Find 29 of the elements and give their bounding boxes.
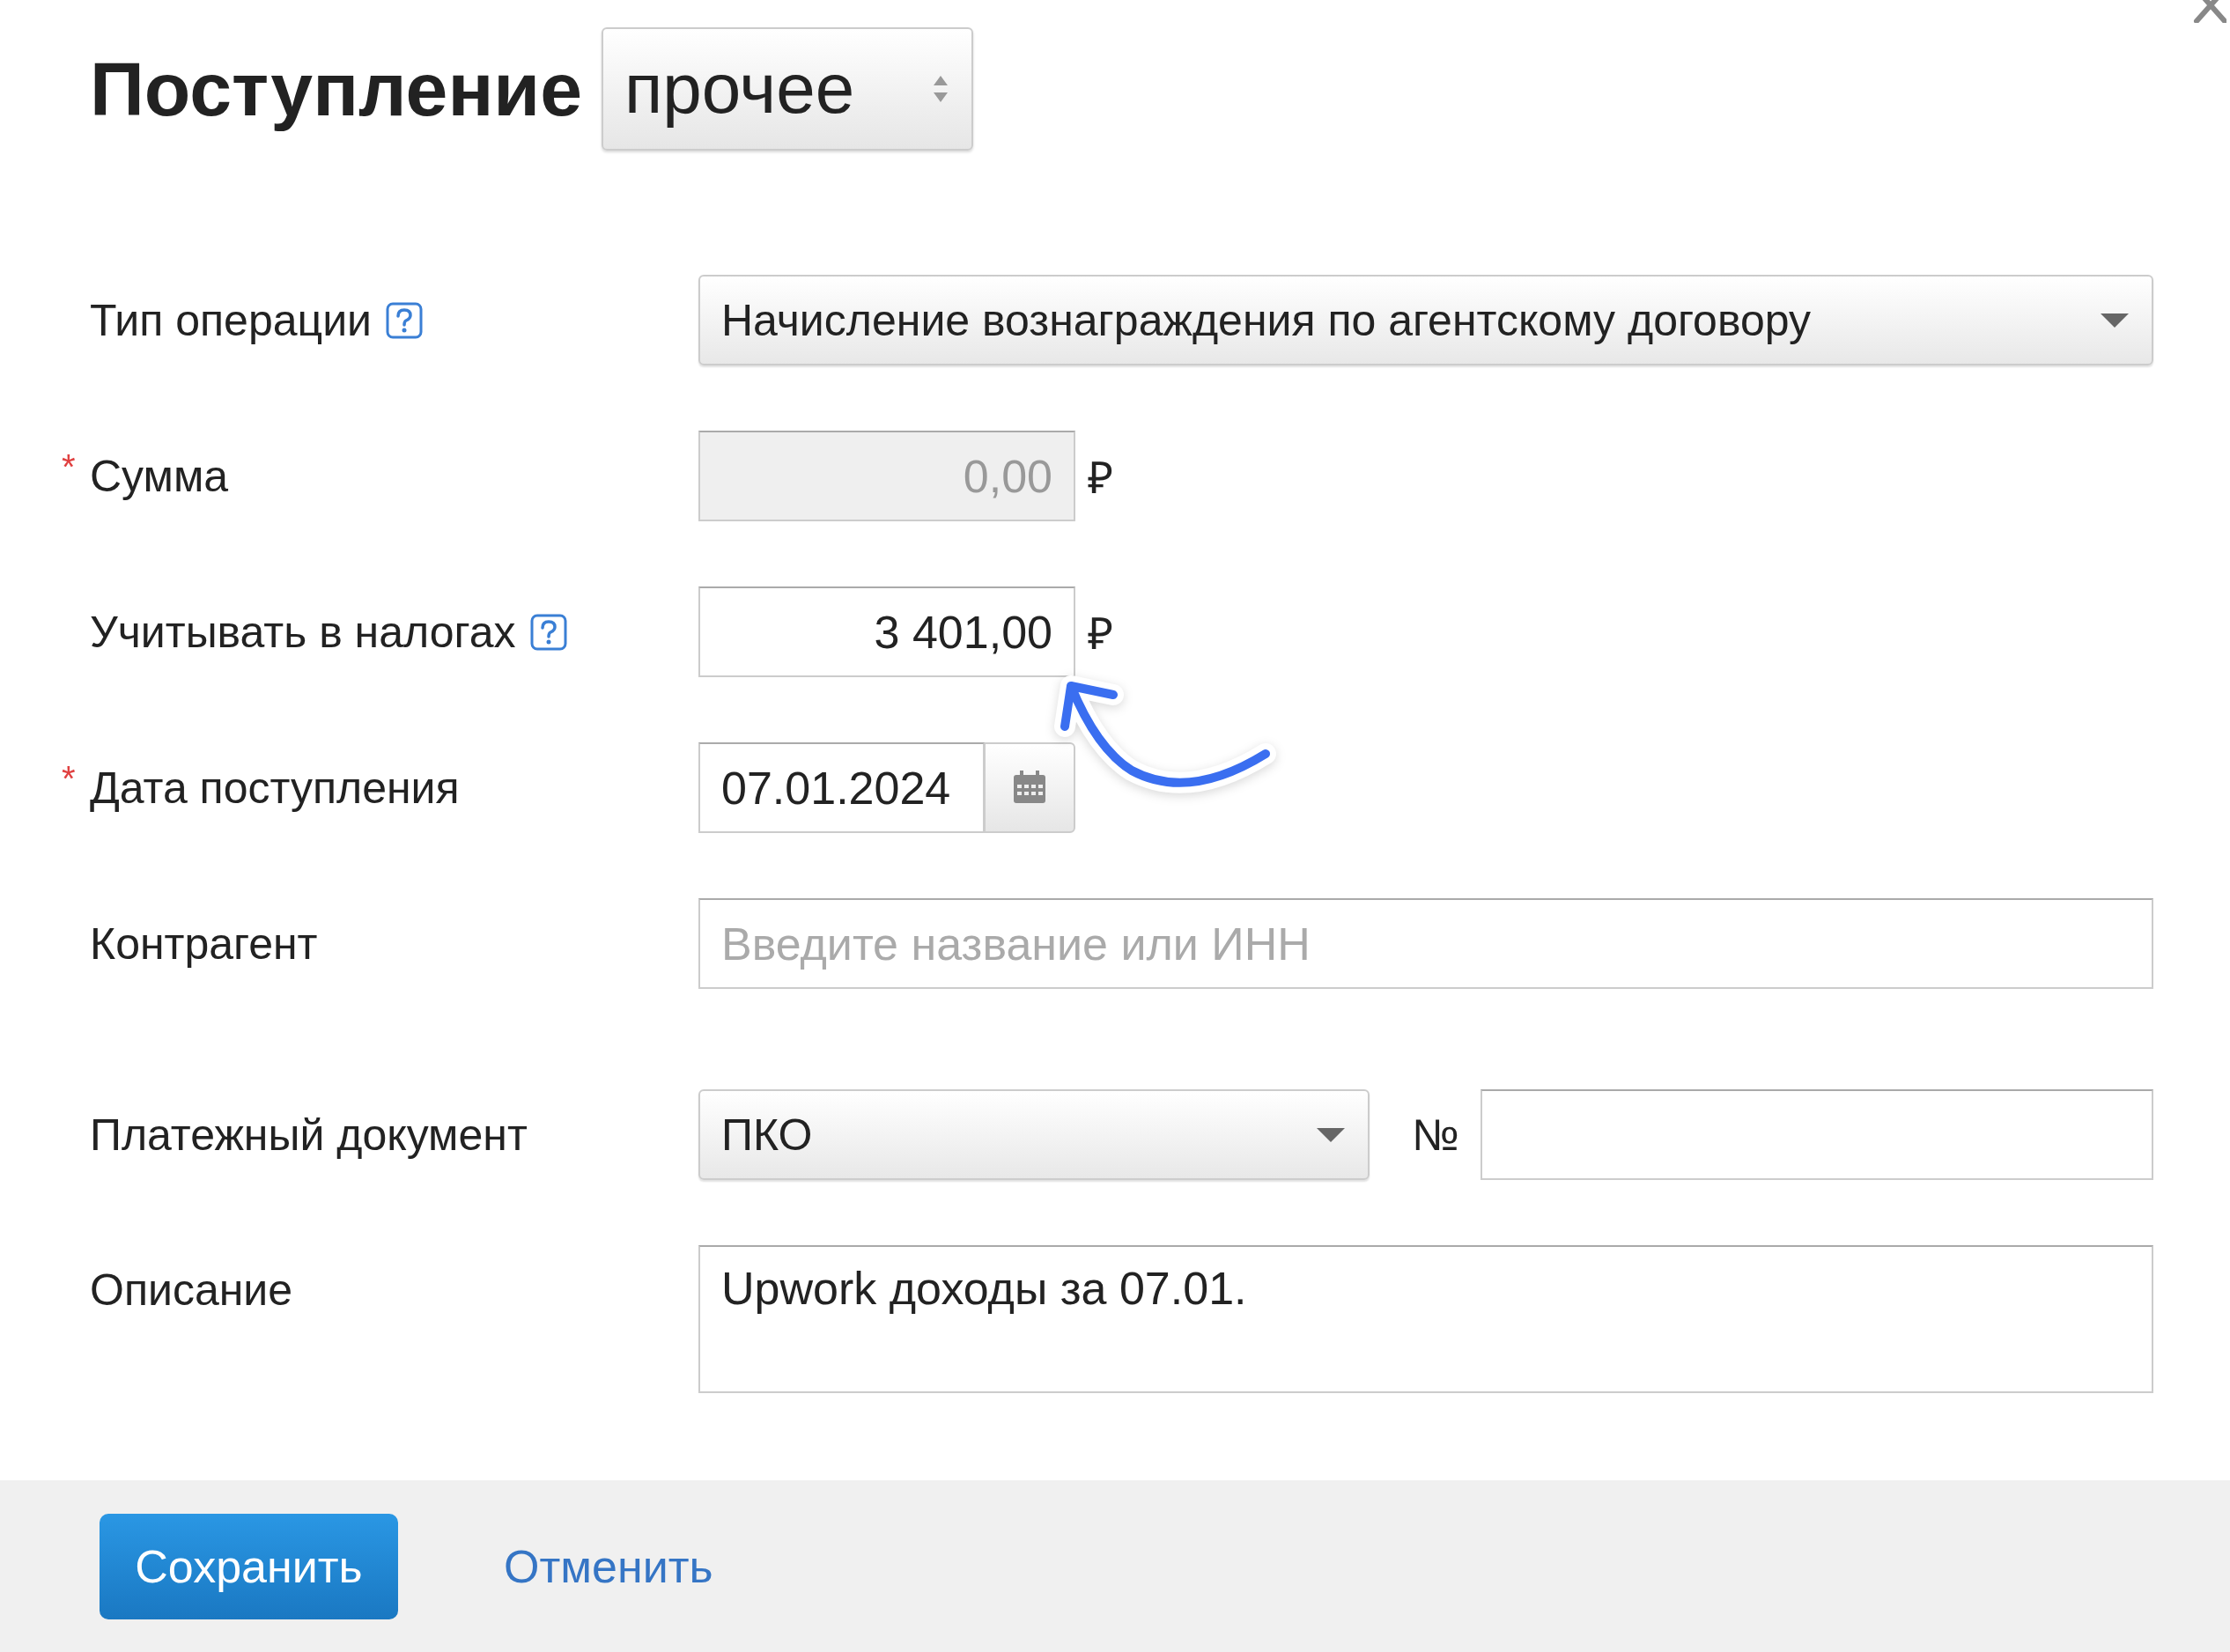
field-label: Дата поступления (90, 762, 460, 814)
operation-type-dropdown[interactable]: Начисление вознаграждения по агентскому договору (698, 275, 2153, 365)
calendar-button[interactable] (985, 742, 1075, 833)
cancel-link[interactable]: Отменить (504, 1539, 713, 1593)
dialog-title: Поступление (90, 45, 583, 133)
field-label: Описание (90, 1265, 293, 1316)
type-dropdown[interactable]: прочее (602, 27, 974, 151)
date-field[interactable]: 07.01.2024 (698, 742, 985, 833)
document-number-field[interactable] (1480, 1089, 2153, 1180)
help-icon[interactable] (386, 301, 424, 339)
required-mark: * (62, 446, 76, 487)
field-label: Тип операции (90, 294, 373, 346)
field-label: Сумма (90, 450, 229, 502)
amount-field[interactable]: 3 401,00 (698, 586, 1075, 677)
help-icon[interactable] (529, 613, 567, 651)
description-field[interactable]: Upwork доходы за 07.01. (698, 1245, 2153, 1393)
field-label: Контрагент (90, 918, 318, 970)
required-mark: * (62, 758, 76, 799)
caret-icon (1315, 1125, 1347, 1144)
close-icon[interactable] (2193, 0, 2226, 23)
currency-sign: ₽ (1088, 452, 1113, 505)
counterparty-field[interactable]: Введите название или ИНН (698, 898, 2153, 989)
caret-icon (2099, 311, 2130, 329)
document-type-dropdown[interactable]: ПКО (698, 1089, 1370, 1180)
field-label: Учитывать в налогах (90, 606, 516, 658)
field-label: Платежный документ (90, 1109, 528, 1161)
currency-sign: ₽ (1088, 608, 1113, 660)
save-button[interactable]: Сохранить (100, 1513, 398, 1619)
number-label: № (1412, 1109, 1459, 1161)
